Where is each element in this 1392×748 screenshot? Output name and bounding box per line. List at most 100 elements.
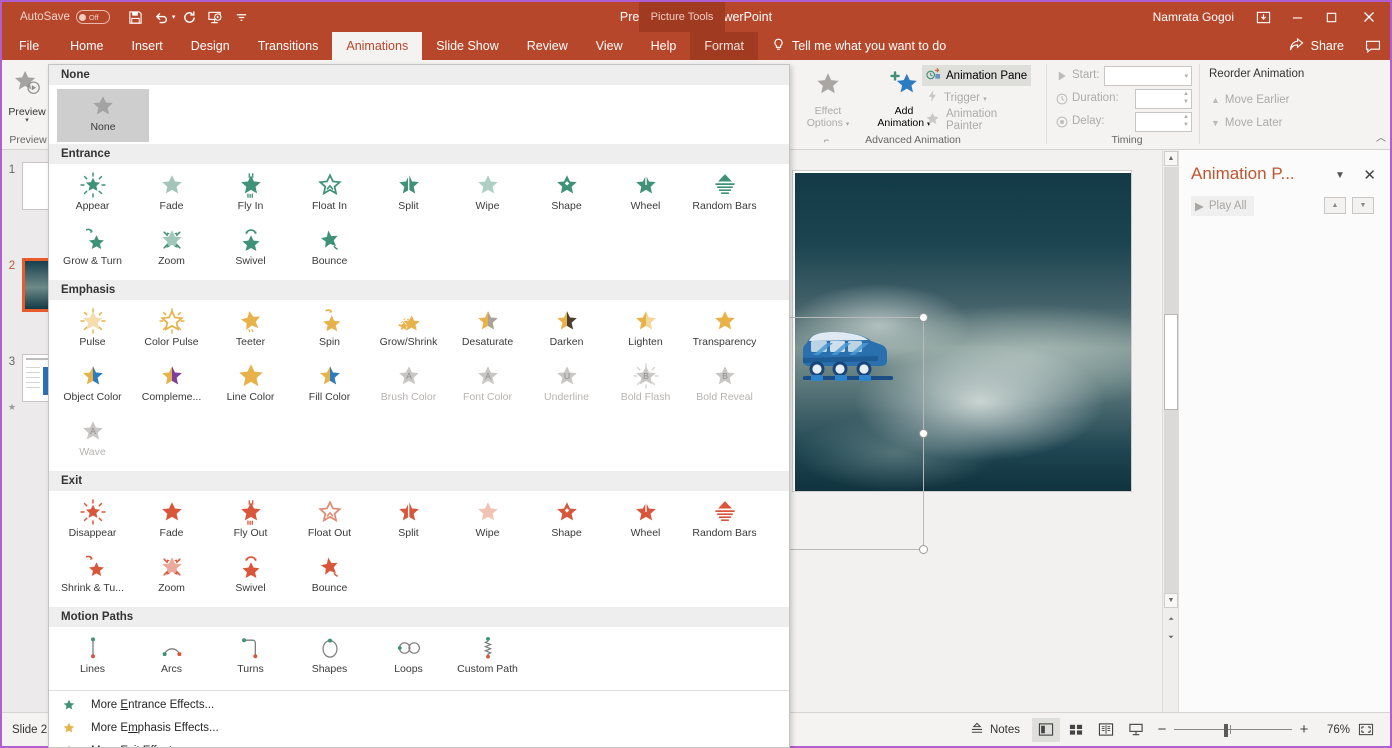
animation-effect-wipe[interactable]: Wipe (448, 495, 527, 550)
chevron-down-icon[interactable]: ▾ (1184, 72, 1188, 80)
maximize-icon[interactable] (1314, 2, 1348, 32)
animation-gallery-dropdown[interactable]: NoneNoneEntranceAppearFadeFly InFloat In… (48, 64, 790, 748)
animation-effect-spin[interactable]: Spin (290, 304, 369, 359)
animation-effect-split[interactable]: Split (369, 168, 448, 223)
undo-dropdown-icon[interactable]: ▾ (172, 13, 176, 21)
delay-spinner[interactable]: ▲▼ (1135, 112, 1192, 132)
animation-effect-compleme[interactable]: Compleme... (132, 359, 211, 414)
trigger-button[interactable]: Trigger ▾ (922, 87, 991, 108)
zoom-level[interactable]: 76% (1316, 724, 1350, 736)
tab-insert[interactable]: Insert (118, 32, 177, 60)
redo-icon[interactable] (177, 6, 201, 28)
animation-effect-disappear[interactable]: Disappear (53, 495, 132, 550)
ribbon-display-options-icon[interactable] (1246, 2, 1280, 32)
zoom-slider[interactable] (1174, 724, 1292, 736)
animation-effect-grow-shrink[interactable]: Grow/Shrink (369, 304, 448, 359)
share-button[interactable]: Share (1281, 38, 1352, 55)
gallery-more-item-0[interactable]: More Entrance Effects... (49, 693, 789, 716)
animation-effect-fade[interactable]: Fade (132, 495, 211, 550)
animation-effect-transparency[interactable]: Transparency (685, 304, 764, 359)
animation-effect-random-bars[interactable]: Random Bars (685, 495, 764, 550)
previous-slide-button[interactable]: ⏶ (1164, 612, 1178, 627)
normal-view-icon[interactable] (1032, 718, 1060, 742)
animation-effect-float-in[interactable]: Float In (290, 168, 369, 223)
animation-effect-zoom[interactable]: Zoom (132, 550, 211, 605)
animation-effect-fly-in[interactable]: Fly In (211, 168, 290, 223)
slide-show-icon[interactable] (1122, 718, 1150, 742)
animation-effect-fade[interactable]: Fade (132, 168, 211, 223)
animation-effect-desaturate[interactable]: Desaturate (448, 304, 527, 359)
reading-view-icon[interactable] (1092, 718, 1120, 742)
animation-effect-wipe[interactable]: Wipe (448, 168, 527, 223)
tab-transitions[interactable]: Transitions (244, 32, 333, 60)
van-graphic[interactable] (801, 321, 897, 383)
close-icon[interactable]: ✕ (1363, 166, 1376, 184)
animation-effect-darken[interactable]: Darken (527, 304, 606, 359)
animation-effect-bounce[interactable]: Bounce (290, 550, 369, 605)
comment-icon[interactable] (1356, 31, 1390, 61)
animation-effect-line-color[interactable]: Line Color (211, 359, 290, 414)
start-dropdown[interactable]: ▾ (1104, 66, 1192, 86)
animation-effect-turns[interactable]: Turns (211, 631, 290, 686)
slide-sorter-icon[interactable] (1062, 718, 1090, 742)
undo-icon[interactable] (150, 6, 174, 28)
tab-view[interactable]: View (582, 32, 637, 60)
delay-spin-buttons[interactable]: ▲▼ (1183, 114, 1189, 128)
animation-effect-shapes[interactable]: Shapes (290, 631, 369, 686)
scrollbar-track-lower[interactable] (1164, 410, 1178, 593)
animation-effect-float-out[interactable]: Float Out (290, 495, 369, 550)
animation-effect-underline[interactable]: UUnderline (527, 359, 606, 414)
tab-help[interactable]: Help (637, 32, 691, 60)
tab-home[interactable]: Home (56, 32, 117, 60)
animation-effect-custom-path[interactable]: Custom Path (448, 631, 527, 686)
animation-effect-pulse[interactable]: Pulse (53, 304, 132, 359)
animation-effect-split[interactable]: Split (369, 495, 448, 550)
fit-slide-icon[interactable] (1352, 718, 1380, 742)
move-up-button[interactable]: ▲ (1324, 197, 1346, 214)
preview-dropdown-icon[interactable]: ▾ (25, 118, 29, 124)
scrollbar-thumb[interactable] (1164, 314, 1178, 410)
animation-effect-grow-turn[interactable]: Grow & Turn (53, 223, 132, 278)
selection-handle-middle-right[interactable] (919, 429, 928, 438)
autosave-control[interactable]: AutoSave Off (20, 10, 110, 24)
chevron-down-icon[interactable]: ▼ (1335, 170, 1345, 181)
tab-animations[interactable]: Animations (332, 32, 422, 60)
selection-handle-top-right[interactable] (919, 313, 928, 322)
animation-effect-shape[interactable]: Shape (527, 168, 606, 223)
autosave-toggle[interactable]: Off (76, 10, 110, 24)
collapse-ribbon-button[interactable]: ︿ (1376, 129, 1386, 144)
animation-effect-bold-reveal[interactable]: BBold Reveal (685, 359, 764, 414)
animation-pane-button[interactable]: Animation Pane (922, 65, 1031, 86)
animation-effect-font-color[interactable]: AFont Color (448, 359, 527, 414)
animation-effect-none[interactable]: None (57, 89, 149, 142)
animation-effect-shape[interactable]: Shape (527, 495, 606, 550)
animation-effect-fill-color[interactable]: Fill Color (290, 359, 369, 414)
animation-effect-fly-out[interactable]: Fly Out (211, 495, 290, 550)
move-earlier-button[interactable]: ▲ Move Earlier (1207, 89, 1293, 110)
animation-effect-lines[interactable]: Lines (53, 631, 132, 686)
slideshow-icon[interactable] (203, 6, 227, 28)
next-slide-button[interactable]: ⏷ (1164, 630, 1178, 645)
customize-qat-button[interactable] (229, 6, 253, 28)
duration-spinner[interactable]: ▲▼ (1135, 89, 1192, 109)
selection-handle-bottom-right[interactable] (919, 545, 928, 554)
tab-format[interactable]: Format (690, 32, 758, 60)
slide-canvas[interactable] (792, 170, 1132, 492)
tell-me-search[interactable]: Tell me what you want to do (758, 32, 946, 60)
zoom-in-button[interactable]: + (1294, 721, 1314, 738)
animation-effect-zoom[interactable]: Zoom (132, 223, 211, 278)
animation-effect-shrink-tu[interactable]: Shrink & Tu... (53, 550, 132, 605)
close-icon[interactable] (1348, 2, 1390, 32)
slide-background-image[interactable] (795, 173, 1131, 491)
animation-effect-loops[interactable]: Loops (369, 631, 448, 686)
tab-slide-show[interactable]: Slide Show (422, 32, 513, 60)
animation-effect-appear[interactable]: Appear (53, 168, 132, 223)
animation-effect-lighten[interactable]: Lighten (606, 304, 685, 359)
play-all-button[interactable]: ▶ Play All (1191, 196, 1254, 216)
minimize-icon[interactable] (1280, 2, 1314, 32)
animation-effect-color-pulse[interactable]: Color Pulse (132, 304, 211, 359)
duration-spin-buttons[interactable]: ▲▼ (1183, 91, 1189, 105)
animation-painter-button[interactable]: Animation Painter (922, 109, 1038, 130)
animation-effect-bold-flash[interactable]: BBold Flash (606, 359, 685, 414)
animation-effect-teeter[interactable]: Teeter (211, 304, 290, 359)
